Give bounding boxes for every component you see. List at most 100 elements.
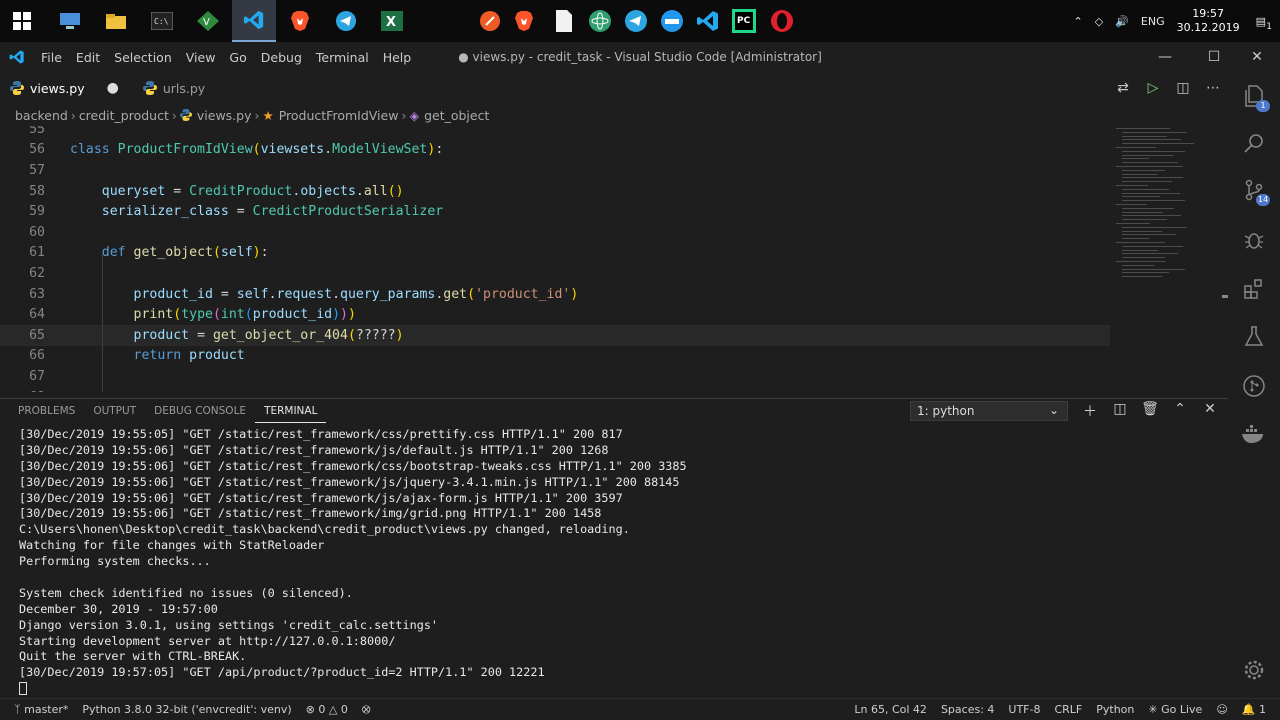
close-panel-icon[interactable]: ✕: [1198, 401, 1222, 421]
docker-activity-icon[interactable]: [1228, 412, 1280, 456]
terminal-select[interactable]: 1: python ⌄: [910, 401, 1068, 421]
code-line[interactable]: 65 product = get_object_or_404(?????): [0, 325, 1110, 346]
menu-go[interactable]: Go: [222, 50, 253, 65]
python-interpreter[interactable]: Python 3.8.0 32-bit ('envcredit': venv): [82, 703, 291, 716]
testing-flask-icon[interactable]: [1228, 314, 1280, 358]
code-line[interactable]: 55: [0, 126, 1110, 140]
more-actions-icon[interactable]: ⋯: [1198, 80, 1228, 96]
trash-icon[interactable]: 🗑: [1138, 401, 1162, 421]
action-center-icon[interactable]: ▤ 1: [1256, 15, 1272, 32]
windows-start-icon[interactable]: [6, 5, 38, 37]
encoding[interactable]: UTF-8: [1008, 703, 1040, 716]
telegram-pinned-icon[interactable]: [620, 5, 652, 37]
lightning-icon[interactable]: ⭙: [362, 703, 371, 717]
python-file-icon: [179, 109, 192, 121]
brave-pinned-icon[interactable]: [508, 5, 540, 37]
breadcrumb-credit-product[interactable]: credit_product: [79, 108, 169, 123]
blank-document-icon[interactable]: [548, 5, 580, 37]
maximize-button[interactable]: ☐: [1191, 42, 1237, 72]
split-editor-icon[interactable]: ◫: [1168, 80, 1198, 96]
debug-icon[interactable]: [1228, 218, 1280, 262]
file-explorer-icon[interactable]: [100, 5, 132, 37]
settings-gear-icon[interactable]: [1228, 648, 1280, 692]
minimize-button[interactable]: —: [1142, 42, 1188, 72]
telegram-taskbar-icon[interactable]: [330, 5, 362, 37]
search-icon[interactable]: [1228, 122, 1280, 166]
excel-icon[interactable]: X: [376, 5, 408, 37]
terminal-output[interactable]: [30/Dec/2019 19:55:05] "GET /static/rest…: [19, 427, 1219, 697]
notifications-bell[interactable]: 🔔 1: [1242, 703, 1266, 716]
wifi-icon[interactable]: ◇: [1095, 15, 1103, 28]
run-python-icon[interactable]: ▷: [1138, 80, 1168, 96]
vscode-taskbar-icon[interactable]: [232, 0, 276, 42]
code-line[interactable]: 63 product_id = self.request.query_param…: [0, 284, 1110, 305]
tray-chevron-icon[interactable]: ⌃: [1074, 15, 1083, 28]
branch-indicator[interactable]: ᛉ master*: [14, 703, 68, 716]
breadcrumb-backend[interactable]: backend: [15, 108, 68, 123]
source-control-icon[interactable]: 14: [1228, 168, 1280, 212]
minimap-line: [1122, 272, 1169, 274]
volume-icon[interactable]: 🔊: [1115, 15, 1129, 28]
panel-tab-problems[interactable]: PROBLEMS: [0, 399, 84, 423]
git-graph-icon[interactable]: [1228, 364, 1280, 408]
code-line[interactable]: 59 serializer_class = CredictProductSeri…: [0, 201, 1110, 222]
code-line[interactable]: 62: [0, 263, 1110, 284]
language-indicator[interactable]: ENG: [1141, 15, 1165, 28]
close-window-button[interactable]: ✕: [1234, 42, 1280, 72]
menu-help[interactable]: Help: [376, 50, 419, 65]
code-line[interactable]: 60: [0, 222, 1110, 243]
menu-selection[interactable]: Selection: [107, 50, 179, 65]
extensions-icon[interactable]: [1228, 266, 1280, 310]
code-line[interactable]: 68: [0, 387, 1110, 392]
code-line[interactable]: 58 queryset = CreditProduct.objects.all(…: [0, 181, 1110, 202]
minimap[interactable]: [1112, 126, 1222, 392]
language-mode[interactable]: Python: [1096, 703, 1134, 716]
breadcrumb-class[interactable]: ProductFromIdView: [279, 108, 399, 123]
cursor-position[interactable]: Ln 65, Col 42: [854, 703, 927, 716]
tab-urls-py[interactable]: urls.py: [129, 72, 215, 104]
opera-icon[interactable]: [766, 5, 798, 37]
breadcrumb-views-py[interactable]: views.py: [197, 108, 252, 123]
this-pc-icon[interactable]: [54, 5, 86, 37]
code-line[interactable]: 64 print(type(int(product_id))): [0, 304, 1110, 325]
clock[interactable]: 19:57 30.12.2019: [1177, 7, 1240, 35]
postman-icon[interactable]: [474, 5, 506, 37]
go-live-button[interactable]: ✳ Go Live: [1148, 703, 1202, 716]
menu-edit[interactable]: Edit: [69, 50, 107, 65]
code-line[interactable]: 61 def get_object(self):: [0, 243, 1110, 264]
terminal-prompt[interactable]: [19, 681, 1219, 697]
code-line[interactable]: 67: [0, 366, 1110, 387]
minimap-line: [1122, 249, 1158, 251]
split-terminal-icon[interactable]: ◫: [1108, 401, 1132, 421]
docker-icon[interactable]: [656, 5, 688, 37]
code-line[interactable]: 57: [0, 160, 1110, 181]
electron-app-icon[interactable]: [584, 5, 616, 37]
panel-tab-debug-console[interactable]: DEBUG CONSOLE: [145, 399, 255, 423]
explorer-icon[interactable]: 1: [1228, 74, 1280, 118]
panel-tab-terminal[interactable]: TERMINAL: [255, 399, 327, 423]
code-line[interactable]: 56 class ProductFromIdView(viewsets.Model…: [0, 140, 1110, 161]
unsaved-dot-icon[interactable]: ●: [107, 80, 119, 96]
menu-file[interactable]: File: [34, 50, 69, 65]
line-endings[interactable]: CRLF: [1054, 703, 1082, 716]
command-prompt-icon[interactable]: C:\: [146, 5, 178, 37]
code-editor[interactable]: 55 56 class ProductFromIdView(viewsets.Mod…: [0, 126, 1228, 392]
new-terminal-icon[interactable]: ＋: [1078, 401, 1102, 421]
menu-view[interactable]: View: [179, 50, 223, 65]
code-line[interactable]: 66 return product: [0, 346, 1110, 367]
brave-browser-icon[interactable]: [284, 5, 316, 37]
tab-views-py[interactable]: views.py ●: [0, 72, 129, 104]
feedback-icon[interactable]: ☺: [1216, 703, 1227, 716]
indentation[interactable]: Spaces: 4: [941, 703, 994, 716]
open-changes-icon[interactable]: ⇄: [1108, 80, 1138, 96]
pycharm-icon[interactable]: PC: [728, 5, 760, 37]
minimap-line: [1122, 131, 1187, 133]
panel-tab-output[interactable]: OUTPUT: [84, 399, 145, 423]
breadcrumb-method[interactable]: get_object: [424, 108, 489, 123]
maximize-panel-icon[interactable]: ⌃: [1168, 401, 1192, 421]
menu-debug[interactable]: Debug: [254, 50, 309, 65]
vim-icon[interactable]: V: [192, 5, 224, 37]
vscode-pinned-icon[interactable]: [692, 5, 724, 37]
problems-indicator[interactable]: ⊗ 0 △ 0: [306, 703, 348, 716]
menu-terminal[interactable]: Terminal: [309, 50, 376, 65]
